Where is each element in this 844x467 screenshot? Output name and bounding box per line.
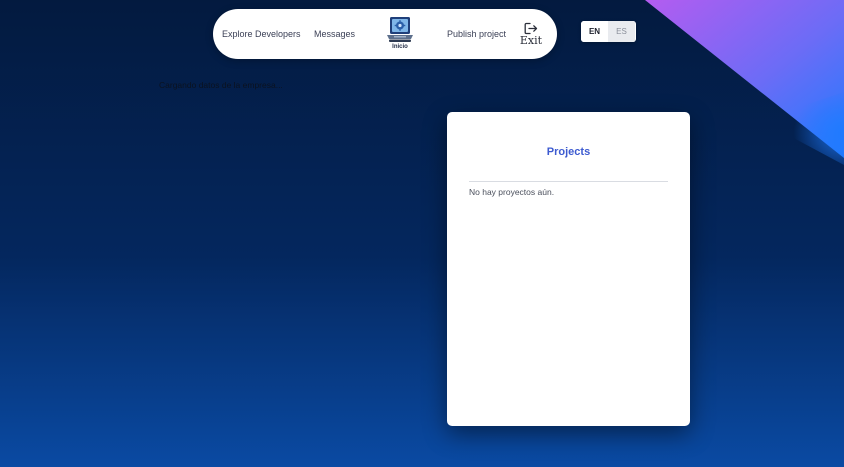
projects-empty-message: No hay proyectos aún. xyxy=(469,187,555,197)
exit-button[interactable]: Exit xyxy=(519,22,543,52)
logo-label: Inicio xyxy=(392,44,408,50)
lang-en-button[interactable]: EN xyxy=(581,21,608,42)
laptop-logo-icon xyxy=(387,17,413,42)
nav-explore-developers[interactable]: Explore Developers xyxy=(222,9,301,59)
nav-publish-project[interactable]: Publish project xyxy=(447,9,506,59)
language-switcher: EN ES xyxy=(581,21,636,42)
loading-status-text: Cargando datos de la empresa... xyxy=(159,80,283,90)
exit-label: Exit xyxy=(519,34,543,47)
nav-messages[interactable]: Messages xyxy=(314,9,355,59)
card-divider xyxy=(469,181,668,182)
top-navbar: Explore Developers Messages Inicio Publi… xyxy=(213,9,557,59)
lang-es-button[interactable]: ES xyxy=(608,21,635,42)
projects-card-title: Projects xyxy=(546,146,591,158)
projects-card: Projects No hay proyectos aún. xyxy=(447,112,690,426)
home-logo-link[interactable]: Inicio xyxy=(385,15,415,57)
decorative-corner-gradient xyxy=(645,0,844,165)
